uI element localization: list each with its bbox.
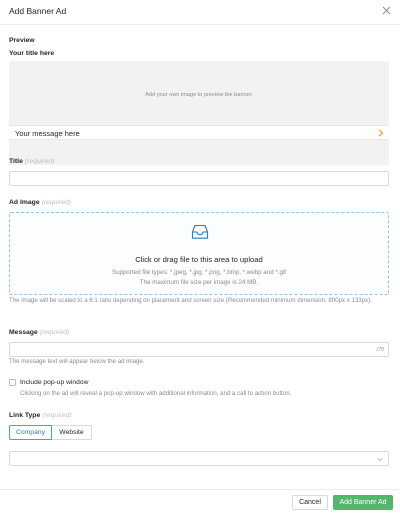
chevron-down-icon [377, 457, 383, 462]
chevron-right-icon [378, 129, 384, 137]
banner-preview: Add your own image to preview the banner… [9, 61, 389, 165]
dialog-footer: Cancel Add Banner Ad [0, 489, 400, 514]
popup-checkbox[interactable] [9, 379, 16, 386]
popup-checkbox-label[interactable]: Include pop-up window [20, 379, 88, 386]
title-input[interactable] [9, 171, 389, 186]
cancel-button[interactable]: Cancel [292, 495, 328, 510]
preview-banner-title: Your title here [9, 50, 55, 57]
required-indicator: (required) [39, 329, 70, 336]
add-banner-ad-button[interactable]: Add Banner Ad [333, 495, 393, 510]
preview-image-hint: Add your own image to preview the banner… [145, 92, 253, 98]
dialog-header: Add Banner Ad [0, 0, 400, 25]
message-input[interactable]: /70 [9, 342, 389, 357]
image-upload-dropzone[interactable]: Click or drag file to this area to uploa… [9, 212, 389, 295]
link-type-company-button[interactable]: Company [9, 425, 52, 440]
character-counter: /70 [376, 347, 384, 353]
required-indicator: (required) [24, 158, 55, 165]
link-type-label-text: Link Type [9, 412, 41, 419]
upload-title: Click or drag file to this area to uploa… [135, 255, 263, 264]
upload-max-size: The maximum file size per image is 24 MB… [139, 279, 259, 286]
ad-image-label-text: Ad Image [9, 199, 40, 206]
close-icon[interactable] [382, 6, 391, 15]
message-label: Message (required) [9, 329, 69, 336]
inbox-icon [191, 224, 209, 240]
dialog-body[interactable]: Preview Your title here Add your own ima… [0, 25, 400, 489]
upload-file-types: Supported file types: *.jpeg, *.jpg, *.p… [111, 269, 287, 276]
required-indicator: (required) [41, 199, 72, 206]
title-label-text: Title [9, 158, 23, 165]
dialog-title: Add Banner Ad [9, 6, 67, 16]
preview-message-bar: Your message here [9, 125, 389, 140]
message-help: The message text will appear below the a… [9, 358, 145, 365]
title-label: Title (required) [9, 158, 54, 165]
ad-image-help: The image will be scaled to a 6:1 ratio … [9, 297, 372, 304]
link-type-label: Link Type (required) [9, 412, 72, 419]
preview-message: Your message here [15, 129, 80, 138]
popup-help: Clicking on the ad will reveal a pop-up … [20, 390, 292, 397]
required-indicator: (required) [42, 412, 72, 419]
link-target-select[interactable] [9, 451, 389, 466]
preview-section-label: Preview [9, 37, 35, 44]
link-type-website-button[interactable]: Website [52, 425, 92, 440]
ad-image-label: Ad Image (required) [9, 199, 71, 206]
message-label-text: Message [9, 329, 38, 336]
